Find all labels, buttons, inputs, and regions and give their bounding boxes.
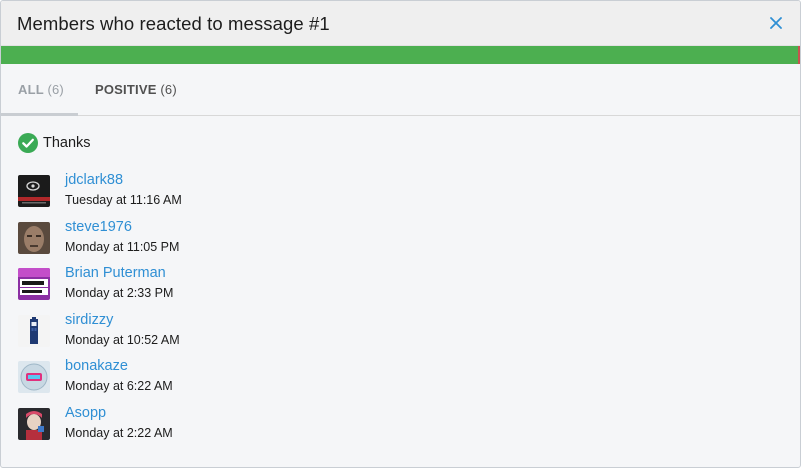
tab-all-count: (6) xyxy=(47,82,64,97)
tab-positive-label: POSITIVE xyxy=(95,82,157,97)
list-item: steve1976 Monday at 11:05 PM xyxy=(1,216,800,263)
list-item: jdclark88 Tuesday at 11:16 AM xyxy=(1,169,800,216)
reaction-time: Monday at 10:52 AM xyxy=(65,332,180,347)
reaction-time: Monday at 2:33 PM xyxy=(65,286,174,301)
list-item: sirdizzy Monday at 10:52 AM xyxy=(1,309,800,356)
member-name-link[interactable]: sirdizzy xyxy=(65,312,113,328)
member-name-link[interactable]: bonakaze xyxy=(65,358,128,374)
list-item: bonakaze Monday at 6:22 AM xyxy=(1,355,800,402)
reaction-label: Thanks xyxy=(43,135,91,151)
member-name-link[interactable]: Asopp xyxy=(65,405,106,421)
tab-all[interactable]: ALL (6) xyxy=(1,64,78,116)
list-item: Asopp Monday at 2:22 AM xyxy=(1,402,800,449)
checkmark-circle-icon xyxy=(18,133,38,153)
positive-reaction-fill xyxy=(1,46,798,64)
member-name-link[interactable]: jdclark88 xyxy=(65,172,123,188)
dialog-title: Members who reacted to message #1 xyxy=(17,13,330,34)
close-icon xyxy=(770,17,782,29)
list-item: Brian Puterman Monday at 2:33 PM xyxy=(1,262,800,309)
avatar[interactable] xyxy=(18,175,50,207)
reaction-time: Monday at 11:05 PM xyxy=(65,239,180,254)
avatar[interactable] xyxy=(18,221,50,254)
tab-positive[interactable]: POSITIVE (6) xyxy=(95,64,177,116)
reaction-time: Monday at 6:22 AM xyxy=(65,379,173,394)
member-name-link[interactable]: Brian Puterman xyxy=(65,265,166,281)
reaction-tabs: ALL (6) POSITIVE (6) xyxy=(1,64,800,116)
reaction-time: Monday at 2:22 AM xyxy=(65,425,173,440)
member-list: jdclark88 Tuesday at 11:16 AM steve1976 … xyxy=(1,169,800,449)
tab-positive-count: (6) xyxy=(160,82,177,97)
reactions-dialog: Members who reacted to message #1 ALL (6… xyxy=(0,0,801,468)
close-button[interactable] xyxy=(765,12,787,34)
avatar[interactable] xyxy=(18,268,50,301)
reaction-section-header: Thanks xyxy=(18,133,91,153)
avatar[interactable] xyxy=(18,314,50,347)
tab-all-label: ALL xyxy=(18,82,44,97)
reaction-time: Tuesday at 11:16 AM xyxy=(65,193,182,207)
avatar[interactable] xyxy=(18,407,50,440)
avatar[interactable] xyxy=(18,361,50,394)
dialog-header: Members who reacted to message #1 xyxy=(1,1,800,46)
reaction-progress-bar xyxy=(1,46,800,64)
member-name-link[interactable]: steve1976 xyxy=(65,219,132,235)
